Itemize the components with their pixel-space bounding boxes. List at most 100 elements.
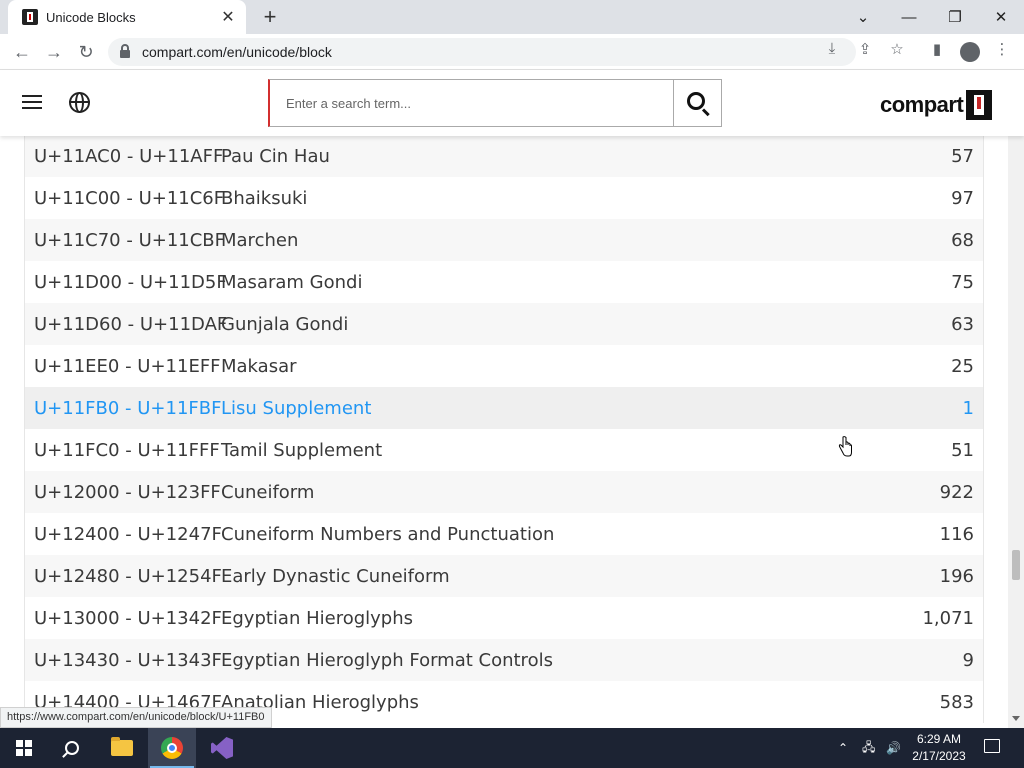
table-row[interactable]: U+12480 - U+1254F Early Dynastic Cuneifor… [25,555,983,597]
page-content: U+11A50 - U+11AAFSoyombo83U+11AC0 - U+11… [0,70,1008,728]
taskbar-chrome[interactable] [148,728,196,768]
block-name-link[interactable]: Egyptian Hieroglyphs [221,608,863,629]
start-button[interactable] [0,728,48,768]
table-row[interactable]: U+11C00 - U+11C6F Bhaiksuki 97 [25,177,983,219]
table-row[interactable]: U+11EE0 - U+11EFF Makasar 25 [25,345,983,387]
block-name-link[interactable]: Cuneiform [221,482,863,503]
language-globe-icon[interactable] [69,92,90,113]
block-range-link[interactable]: U+11D00 - U+11D5F [25,272,227,293]
search-button[interactable] [673,79,722,127]
hand-cursor-icon [838,436,852,457]
show-hidden-icons-chevron-icon[interactable]: ⌃ [838,728,848,768]
search-icon [686,92,705,110]
site-search-field[interactable] [268,79,674,127]
block-range-link[interactable]: U+12400 - U+1247F [25,524,222,545]
install-app-icon[interactable]: ⤓ [822,40,842,57]
side-panel-icon[interactable]: ▮ [927,40,947,58]
table-row[interactable]: U+11C70 - U+11CBF Marchen 68 [25,219,983,261]
back-icon[interactable]: ← [10,40,34,64]
scroll-down-arrow-icon[interactable] [1012,716,1020,721]
browser-tab[interactable]: Unicode Blocks ✕ [8,0,246,34]
volume-icon[interactable]: 🔊 [886,728,901,768]
table-row[interactable]: U+11FB0 - U+11FBF Lisu Supplement 1 [25,387,983,429]
table-row[interactable]: U+11AC0 - U+11AFF Pau Cin Hau 57 [25,135,983,177]
windows-logo-icon [16,740,32,756]
lock-icon[interactable] [120,44,130,58]
block-range-link[interactable]: U+11FB0 - U+11FBF [25,398,221,419]
block-char-count: 9 [962,649,974,671]
block-range-link[interactable]: U+11C70 - U+11CBF [25,230,225,251]
restore-icon[interactable]: ❐ [932,0,978,34]
clock-date: 2/17/2023 [912,749,966,763]
block-char-count: 922 [939,481,974,503]
table-row[interactable]: U+11D60 - U+11DAF Gunjala Gondi 63 [25,303,983,345]
block-char-count: 583 [939,691,974,713]
block-char-count: 1,071 [922,607,974,629]
table-row[interactable]: U+13430 - U+1343F Egyptian Hieroglyph For… [25,639,983,681]
block-name-link[interactable]: Early Dynastic Cuneiform [221,566,863,587]
reload-icon[interactable]: ↻ [74,40,98,64]
search-input[interactable] [270,80,673,126]
close-tab-icon[interactable]: ✕ [218,7,238,27]
taskbar-clock[interactable]: 6:29 AM 2/17/2023 [908,731,970,765]
block-name-link[interactable]: Bhaiksuki [221,188,863,209]
browser-toolbar: ← → ↻ compart.com/en/unicode/block ⤓ ⇪ ☆… [0,34,1024,70]
tab-search-chevron-icon[interactable]: ⌄ [840,0,886,34]
table-row[interactable]: U+11D00 - U+11D5F Masaram Gondi 75 [25,261,983,303]
menu-kebab-icon[interactable]: ⋮ [992,40,1012,58]
taskbar-file-explorer[interactable] [98,728,146,768]
scrollbar-thumb[interactable] [1012,550,1020,580]
block-range-link[interactable]: U+11FC0 - U+11FFF [25,440,221,461]
block-range-link[interactable]: U+11EE0 - U+11EFF [25,356,221,377]
share-icon[interactable]: ⇪ [855,40,875,58]
search-icon [65,741,79,755]
block-name-link[interactable]: Tamil Supplement [221,440,863,461]
block-range-link[interactable]: U+11AC0 - U+11AFF [25,146,223,167]
clock-time: 6:29 AM [916,732,962,746]
block-range-link[interactable]: U+11D60 - U+11DAF [25,314,227,335]
block-char-count: 25 [951,355,974,377]
profile-avatar-icon[interactable] [960,42,980,62]
block-name-link[interactable]: Lisu Supplement [221,398,863,419]
logo-mark-icon [966,90,993,120]
block-char-count: 57 [951,145,974,167]
address-bar[interactable]: compart.com/en/unicode/block [108,38,856,66]
close-window-icon[interactable]: ✕ [978,0,1024,34]
table-row[interactable]: U+13000 - U+1342F Egyptian Hieroglyphs 1,0… [25,597,983,639]
notification-center-icon[interactable] [984,739,1000,753]
hamburger-menu-icon[interactable] [22,95,42,109]
block-range-link[interactable]: U+11C00 - U+11C6F [25,188,224,209]
block-name-link[interactable]: Egyptian Hieroglyph Format Controls [221,650,863,671]
block-range-link[interactable]: U+12480 - U+1254F [25,566,222,587]
block-name-link[interactable]: Anatolian Hieroglyphs [221,692,863,713]
table-row[interactable]: U+12400 - U+1247F Cuneiform Numbers and P… [25,513,983,555]
block-name-link[interactable]: Cuneiform Numbers and Punctuation [221,524,863,545]
taskbar-search-button[interactable] [48,728,96,768]
block-char-count: 51 [951,439,974,461]
block-char-count: 1 [962,397,974,419]
network-icon[interactable]: 🖧 [862,728,875,768]
url-text: compart.com/en/unicode/block [142,44,332,60]
taskbar-visual-studio[interactable] [198,728,246,768]
link-status-url: https://www.compart.com/en/unicode/block… [0,707,272,728]
folder-icon [111,737,133,756]
page-scrollbar[interactable] [1008,70,1024,728]
block-range-link[interactable]: U+13000 - U+1342F [25,608,222,629]
block-name-link[interactable]: Marchen [221,230,863,251]
new-tab-icon[interactable]: + [258,4,282,30]
compart-favicon-icon [22,9,38,25]
tab-title: Unicode Blocks [46,9,136,25]
block-range-link[interactable]: U+12000 - U+123FF [25,482,221,503]
visual-studio-icon [211,737,233,759]
bookmark-star-icon[interactable]: ☆ [887,40,907,58]
compart-logo[interactable]: compart [880,90,993,120]
block-range-link[interactable]: U+13430 - U+1343F [25,650,222,671]
table-row[interactable]: U+12000 - U+123FF Cuneiform 922 [25,471,983,513]
block-name-link[interactable]: Pau Cin Hau [221,146,863,167]
block-name-link[interactable]: Makasar [221,356,863,377]
block-name-link[interactable]: Masaram Gondi [221,272,863,293]
minimize-icon[interactable]: — [886,0,932,34]
forward-icon[interactable]: → [42,40,66,64]
block-name-link[interactable]: Gunjala Gondi [221,314,863,335]
logo-text: compart [880,92,964,117]
